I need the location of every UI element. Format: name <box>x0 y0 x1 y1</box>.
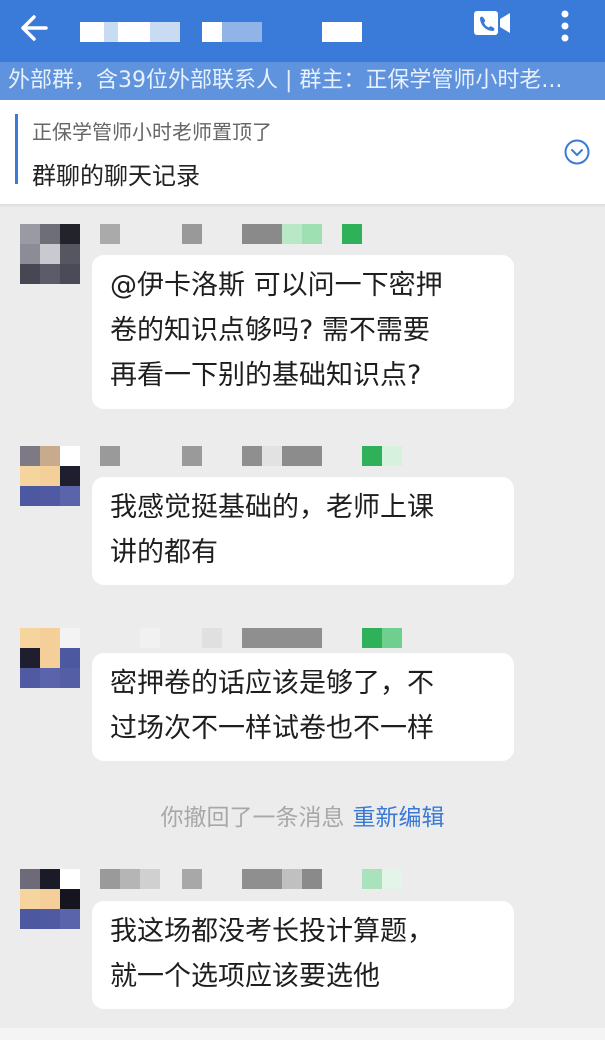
message-line: 过场次不一样试卷也不一样 <box>110 713 434 744</box>
more-vertical-icon <box>561 10 569 42</box>
back-button[interactable] <box>14 6 58 50</box>
pinned-accent-line <box>15 114 18 184</box>
pinned-message[interactable]: 正保学管师小时老师置顶了 群聊的聊天记录 <box>0 100 605 204</box>
avatar[interactable] <box>20 628 80 688</box>
input-area-edge <box>0 1028 605 1040</box>
message-line: 讲的都有 <box>110 537 218 568</box>
recall-notice: 你撤回了一条消息 重新编辑 <box>0 800 605 836</box>
message-line: 我这场都没考长投计算题， <box>110 916 434 947</box>
chevron-down-circle-icon <box>564 139 590 165</box>
message-line: 我感觉挺基础的，老师上课 <box>110 492 434 523</box>
message-line: 卷的知识点够吗? 需不需要 <box>110 315 430 346</box>
arrow-left-icon <box>21 15 48 41</box>
message-line: 就一个选项应该要选他 <box>110 961 380 992</box>
message-line: @伊卡洛斯 可以问一下密押 <box>110 270 443 301</box>
message-bubble[interactable]: @伊卡洛斯 可以问一下密押 卷的知识点够吗? 需不需要 再看一下别的基础知识点? <box>92 255 514 409</box>
message-line: 密押卷的话应该是够了，不 <box>110 668 434 699</box>
recall-text: 你撤回了一条消息 <box>160 805 345 831</box>
re-edit-link[interactable]: 重新编辑 <box>353 805 445 831</box>
video-call-icon <box>474 11 510 35</box>
message-bubble[interactable]: 我感觉挺基础的，老师上课 讲的都有 <box>92 477 514 585</box>
divider <box>0 204 605 208</box>
avatar[interactable] <box>20 446 80 506</box>
message-bubble[interactable]: 我这场都没考长投计算题， 就一个选项应该要选他 <box>92 901 514 1009</box>
pinned-content: 群聊的聊天记录 <box>32 162 200 190</box>
message-line: 再看一下别的基础知识点? <box>110 360 422 391</box>
avatar[interactable] <box>20 869 80 929</box>
video-call-button[interactable] <box>472 8 512 38</box>
group-info-bar[interactable]: 外部群，含39位外部联系人 | 群主：正保学管师小时老... <box>0 62 605 100</box>
top-bar <box>0 0 605 62</box>
more-button[interactable] <box>550 6 580 46</box>
group-info-text: 外部群，含39位外部联系人 | 群主：正保学管师小时老... <box>8 68 563 93</box>
pinned-by-text: 正保学管师小时老师置顶了 <box>32 120 272 144</box>
avatar[interactable] <box>20 224 80 284</box>
expand-pinned-button[interactable] <box>563 138 591 166</box>
message-bubble[interactable]: 密押卷的话应该是够了，不 过场次不一样试卷也不一样 <box>92 653 514 761</box>
